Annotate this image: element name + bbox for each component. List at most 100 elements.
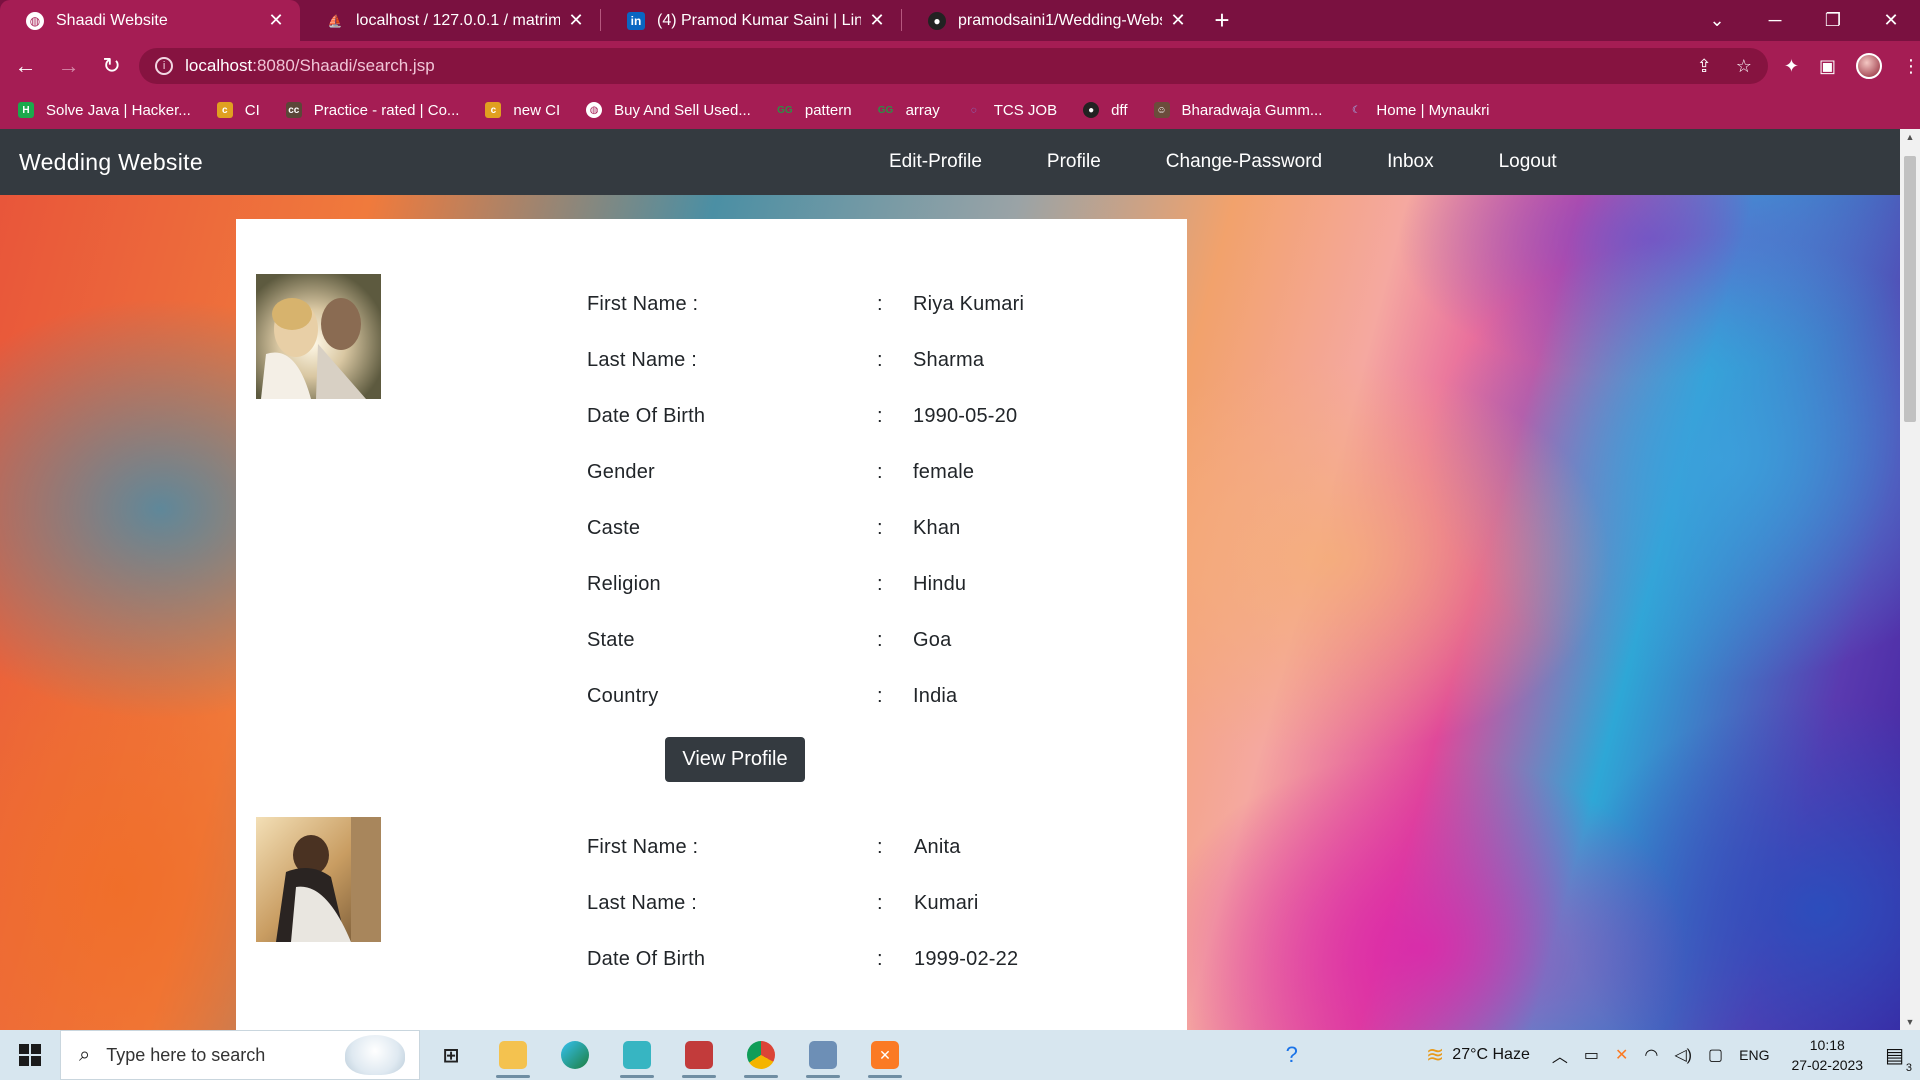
bookmark-item[interactable]: H Solve Java | Hacker...	[18, 102, 191, 119]
nav-profile[interactable]: Profile	[1047, 151, 1101, 173]
field-state: State : Goa	[587, 629, 1147, 657]
xampp-tray-icon[interactable]: ✕	[1615, 1045, 1628, 1065]
field-colon: :	[877, 461, 883, 483]
notification-count: 3	[1905, 1061, 1912, 1074]
close-window-icon[interactable]: ✕	[1862, 0, 1920, 41]
close-icon[interactable]: ✕	[566, 10, 586, 31]
site-nav-links: Edit-Profile Profile Change-Password Inb…	[889, 129, 1622, 195]
field-label: Country	[587, 685, 659, 707]
language-indicator[interactable]: ENG	[1739, 1047, 1769, 1063]
field-value: Hindu	[913, 573, 967, 595]
browser-toolbar: ← → ↻ i localhost:8080/Shaadi/search.jsp…	[0, 41, 1920, 91]
minimize-icon[interactable]: ─	[1746, 0, 1804, 41]
page-viewport: Wedding Website Edit-Profile Profile Cha…	[0, 129, 1920, 1030]
new-tab-button[interactable]: +	[1202, 0, 1242, 41]
bookmark-label: pattern	[804, 101, 852, 119]
reload-icon[interactable]: ↻	[94, 48, 129, 84]
bookmark-item[interactable]: GG array	[878, 102, 940, 119]
battery-icon[interactable]: ▭	[1584, 1045, 1599, 1065]
forward-icon[interactable]: →	[51, 48, 86, 84]
bookmark-item[interactable]: ◌ TCS JOB	[966, 102, 1057, 119]
display-icon[interactable]: ▢	[1708, 1045, 1723, 1065]
site-info-icon[interactable]: i	[155, 57, 174, 75]
bookmark-star-icon[interactable]: ☆	[1736, 56, 1752, 77]
profile-photo	[256, 274, 381, 399]
site-brand[interactable]: Wedding Website	[19, 149, 203, 176]
help-icon[interactable]: ?	[1286, 1042, 1298, 1068]
field-first-name: First Name : : Anita	[587, 836, 1147, 864]
clock-date: 27-02-2023	[1791, 1057, 1864, 1073]
close-icon[interactable]: ✕	[867, 10, 887, 31]
nav-edit-profile[interactable]: Edit-Profile	[889, 151, 982, 173]
back-icon[interactable]: ←	[8, 48, 43, 84]
nav-change-password[interactable]: Change-Password	[1166, 151, 1322, 173]
wifi-icon[interactable]: ◠	[1644, 1045, 1658, 1065]
nav-inbox[interactable]: Inbox	[1387, 151, 1433, 173]
tab-title: pramodsaini1/Wedding-Website	[958, 11, 1162, 29]
tab-phpmyadmin[interactable]: ⛵ localhost / 127.0.0.1 / matrimonial ✕	[300, 0, 600, 41]
field-country: Country : India	[587, 685, 1147, 713]
taskbar-file-explorer[interactable]	[482, 1030, 544, 1080]
bookmark-item[interactable]: c CI	[216, 102, 260, 119]
bookmark-label: TCS JOB	[993, 101, 1058, 119]
profile-avatar[interactable]	[1855, 53, 1882, 79]
scroll-down-icon[interactable]: ▼	[1900, 1014, 1920, 1030]
windows-logo-icon	[19, 1044, 41, 1066]
bookmark-label: Buy And Sell Used...	[614, 101, 751, 119]
search-highlight-image	[345, 1035, 405, 1075]
site-navbar: Wedding Website Edit-Profile Profile Cha…	[0, 129, 1900, 195]
side-panel-icon[interactable]: ▣	[1819, 56, 1836, 77]
scroll-up-icon[interactable]: ▲	[1900, 129, 1920, 145]
tab-github[interactable]: ● pramodsaini1/Wedding-Website ✕	[902, 0, 1202, 41]
chevron-up-icon[interactable]: ︿	[1552, 1043, 1568, 1067]
close-icon[interactable]: ✕	[266, 10, 286, 31]
field-colon: :	[877, 573, 883, 595]
address-bar[interactable]: i localhost:8080/Shaadi/search.jsp ⇪ ☆	[139, 48, 1768, 84]
bookmark-item[interactable]: GG pattern	[777, 101, 852, 119]
menu-icon[interactable]: ⋮	[1902, 56, 1920, 77]
tab-linkedin[interactable]: in (4) Pramod Kumar Saini | LinkedIn ✕	[601, 0, 901, 41]
taskbar-xampp[interactable]: ✕	[854, 1030, 916, 1080]
field-label: Date Of Birth	[587, 405, 706, 427]
extensions-icon[interactable]: ✦	[1784, 56, 1799, 77]
tab-shaadi-website[interactable]: ◍ Shaadi Website ✕	[0, 0, 300, 41]
bookmark-item[interactable]: ● dff	[1083, 102, 1128, 119]
weather-text[interactable]: 27°C Haze	[1452, 1046, 1530, 1064]
taskbar-edge[interactable]	[544, 1030, 606, 1080]
close-icon[interactable]: ✕	[1168, 10, 1188, 31]
start-button[interactable]	[0, 1030, 60, 1080]
taskbar-chrome[interactable]	[730, 1030, 792, 1080]
bookmark-item[interactable]: cc Practice - rated | Co...	[285, 102, 459, 119]
field-caste: Caste : Khan	[587, 517, 1147, 545]
taskbar-tool[interactable]	[668, 1030, 730, 1080]
volume-icon[interactable]: ◁)	[1674, 1045, 1692, 1065]
chrome-icon	[747, 1041, 775, 1069]
nav-logout[interactable]: Logout	[1499, 151, 1557, 173]
tab-search-icon[interactable]: ⌄	[1688, 0, 1746, 41]
field-label: Caste	[587, 517, 641, 539]
scrollbar-thumb[interactable]	[1904, 156, 1916, 422]
windows-taskbar: ⌕ Type here to search ⊞ ✕ ? ≋ 27°C Haze …	[0, 1030, 1920, 1080]
clock[interactable]: 10:18 27-02-2023	[1791, 1035, 1863, 1075]
notifications-icon[interactable]: ▤ 3	[1885, 1043, 1912, 1074]
taskbar-virtualbox[interactable]	[792, 1030, 854, 1080]
page-scrollbar[interactable]: ▲ ▼	[1900, 129, 1920, 1030]
github-icon: ●	[1083, 102, 1100, 118]
tab-title: localhost / 127.0.0.1 / matrimonial	[356, 11, 560, 29]
taskbar-notepad[interactable]	[606, 1030, 668, 1080]
task-view-button[interactable]: ⊞	[420, 1030, 482, 1080]
field-dob: Date Of Birth : 1990-05-20	[587, 405, 1147, 433]
edge-icon	[561, 1041, 589, 1069]
bookmark-item[interactable]: ☾ Home | Mynaukri	[1348, 102, 1490, 119]
share-icon[interactable]: ⇪	[1697, 56, 1712, 77]
bookmark-item[interactable]: ☺ Bharadwaja Gumm...	[1153, 101, 1323, 119]
bookmark-label: Bharadwaja Gumm...	[1181, 101, 1323, 119]
bookmark-label: array	[905, 101, 940, 119]
github-icon: ●	[928, 11, 946, 30]
restore-icon[interactable]: ❐	[1804, 0, 1862, 41]
view-profile-button[interactable]: View Profile	[665, 737, 805, 782]
bookmark-item[interactable]: ◍ Buy And Sell Used...	[586, 102, 751, 119]
bookmark-label: new CI	[513, 101, 561, 119]
taskbar-search[interactable]: ⌕ Type here to search	[60, 1030, 420, 1080]
bookmark-item[interactable]: c new CI	[485, 102, 560, 119]
